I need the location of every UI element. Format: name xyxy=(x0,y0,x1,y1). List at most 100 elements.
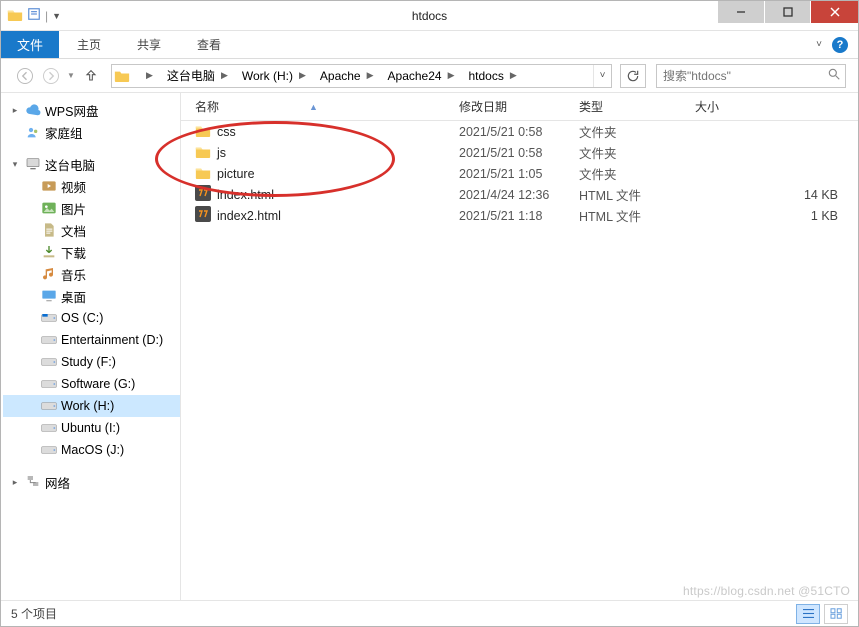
nav-up-button[interactable] xyxy=(79,64,103,88)
search-input[interactable] xyxy=(661,68,827,84)
music-icon xyxy=(41,266,57,282)
tree-expand-icon[interactable]: ▸ xyxy=(9,105,21,116)
tree-item[interactable]: ▸WPS网盘 xyxy=(3,99,180,121)
picture-icon xyxy=(41,200,57,216)
tree-item[interactable]: 音乐 xyxy=(3,263,180,285)
qat-dropdown-icon[interactable]: ▼ xyxy=(52,11,61,21)
crumb-work-h[interactable]: Work (H:)▶ xyxy=(234,65,312,87)
column-headers[interactable]: 名称 ▲ 修改日期 类型 大小 xyxy=(181,93,858,121)
tree-item[interactable]: Software (G:) xyxy=(3,373,180,395)
col-date[interactable]: 修改日期 xyxy=(459,98,579,115)
file-date: 2021/5/21 1:05 xyxy=(459,167,579,181)
file-name: index2.html xyxy=(217,209,281,223)
tree-item-label: 文档 xyxy=(61,221,86,240)
col-size[interactable]: 大小 xyxy=(695,98,858,115)
tree-item[interactable]: Entertainment (D:) xyxy=(3,329,180,351)
tree-item-label: 网络 xyxy=(45,473,70,492)
tree-item[interactable]: 家庭组 xyxy=(3,121,180,143)
tree-item-label: OS (C:) xyxy=(61,311,103,325)
crumb-this-pc[interactable]: 这台电脑▶ xyxy=(159,65,234,87)
tree-item-label: 视频 xyxy=(61,177,86,196)
maximize-button[interactable] xyxy=(764,1,810,23)
view-details-button[interactable] xyxy=(796,604,820,624)
search-box[interactable] xyxy=(656,64,846,88)
file-name: picture xyxy=(217,167,255,181)
drive-icon xyxy=(41,398,57,414)
desktop-icon xyxy=(41,288,57,304)
nav-forward-button[interactable] xyxy=(39,64,63,88)
html-icon xyxy=(195,185,211,204)
quick-access-toolbar: | ▼ xyxy=(1,7,61,24)
file-name: js xyxy=(217,146,226,160)
tree-expand-icon[interactable]: ▾ xyxy=(9,159,21,170)
file-type: HTML 文件 xyxy=(579,185,695,204)
navigation-tree[interactable]: ▸WPS网盘家庭组 ▾这台电脑视频图片文档下载音乐桌面 OS (C:) Enterta… xyxy=(1,93,181,600)
crumb-root-caret[interactable]: ▶ xyxy=(132,65,159,87)
network-icon xyxy=(25,474,41,490)
folder-icon xyxy=(195,166,211,182)
status-bar: 5 个项目 xyxy=(1,600,858,626)
tree-item[interactable]: OS (C:) xyxy=(3,307,180,329)
nav-history-dropdown[interactable]: ▼ xyxy=(65,64,77,88)
explorer-window: | ▼ htdocs 文件 主页 共享 查看 ˅ ? xyxy=(0,0,859,627)
close-button[interactable] xyxy=(810,1,858,23)
crumb-apache24[interactable]: Apache24▶ xyxy=(380,65,461,87)
cloud-icon xyxy=(25,102,41,118)
file-name: index.html xyxy=(217,188,274,202)
crumb-dropdown[interactable]: ˅ xyxy=(593,65,611,87)
home-icon xyxy=(25,124,41,140)
tree-item-label: Entertainment (D:) xyxy=(61,333,163,347)
tree-item[interactable]: MacOS (J:) xyxy=(3,439,180,461)
search-icon[interactable] xyxy=(827,67,841,84)
ribbon-tab-view[interactable]: 查看 xyxy=(179,31,239,58)
file-row[interactable]: js2021/5/21 0:58文件夹 xyxy=(181,142,858,163)
crumb-htdocs[interactable]: htdocs▶ xyxy=(460,65,522,87)
tree-item-label: Work (H:) xyxy=(61,399,114,413)
drive-icon xyxy=(41,420,57,436)
minimize-button[interactable] xyxy=(718,1,764,23)
computer-icon xyxy=(25,156,41,172)
file-type: 文件夹 xyxy=(579,122,695,141)
tree-item[interactable]: 下载 xyxy=(3,241,180,263)
window-folder-icon xyxy=(7,8,23,24)
tree-item[interactable]: 桌面 xyxy=(3,285,180,307)
tree-item[interactable]: 视频 xyxy=(3,175,180,197)
drive-icon xyxy=(41,332,57,348)
file-row[interactable]: index2.html2021/5/21 1:18HTML 文件1 KB xyxy=(181,205,858,226)
html-icon xyxy=(195,206,211,225)
col-type[interactable]: 类型 xyxy=(579,98,695,115)
nav-back-button[interactable] xyxy=(13,64,37,88)
ribbon-tab-home[interactable]: 主页 xyxy=(59,31,119,58)
tree-item[interactable]: 图片 xyxy=(3,197,180,219)
tree-item[interactable]: ▾这台电脑 xyxy=(3,153,180,175)
file-size: 1 KB xyxy=(695,209,858,223)
file-row[interactable]: css2021/5/21 0:58文件夹 xyxy=(181,121,858,142)
tree-expand-icon[interactable]: ▸ xyxy=(9,477,21,488)
tree-item[interactable]: Study (F:) xyxy=(3,351,180,373)
drive-icon xyxy=(41,376,57,392)
status-item-count: 5 个项目 xyxy=(11,605,57,622)
qat-properties-icon[interactable] xyxy=(27,7,41,24)
file-row[interactable]: index.html2021/4/24 12:36HTML 文件14 KB xyxy=(181,184,858,205)
file-date: 2021/5/21 0:58 xyxy=(459,125,579,139)
tree-item[interactable]: Work (H:) xyxy=(3,395,180,417)
ribbon-collapse-icon[interactable]: ˅ xyxy=(816,39,822,50)
col-name[interactable]: 名称 ▲ xyxy=(195,98,459,115)
ribbon-tab-share[interactable]: 共享 xyxy=(119,31,179,58)
ribbon-file[interactable]: 文件 xyxy=(1,31,59,58)
file-list-pane: 名称 ▲ 修改日期 类型 大小 css2021/5/21 0:58文件夹 js 20… xyxy=(181,93,858,600)
tree-item[interactable]: ▸ 网络 xyxy=(3,471,180,493)
tree-item-label: 下载 xyxy=(61,243,86,262)
crumb-apache[interactable]: Apache▶ xyxy=(312,65,380,87)
tree-item[interactable]: 文档 xyxy=(3,219,180,241)
file-date: 2021/5/21 0:58 xyxy=(459,146,579,160)
drive-icon xyxy=(41,442,57,458)
help-icon[interactable]: ? xyxy=(832,37,848,53)
view-icons-button[interactable] xyxy=(824,604,848,624)
refresh-button[interactable] xyxy=(620,64,646,88)
breadcrumb-bar[interactable]: ▶ 这台电脑▶ Work (H:)▶ Apache▶ Apache24▶ htd… xyxy=(111,64,612,88)
tree-item-label: MacOS (J:) xyxy=(61,443,124,457)
tree-item-label: Ubuntu (I:) xyxy=(61,421,120,435)
file-row[interactable]: picture2021/5/21 1:05文件夹 xyxy=(181,163,858,184)
tree-item[interactable]: Ubuntu (I:) xyxy=(3,417,180,439)
